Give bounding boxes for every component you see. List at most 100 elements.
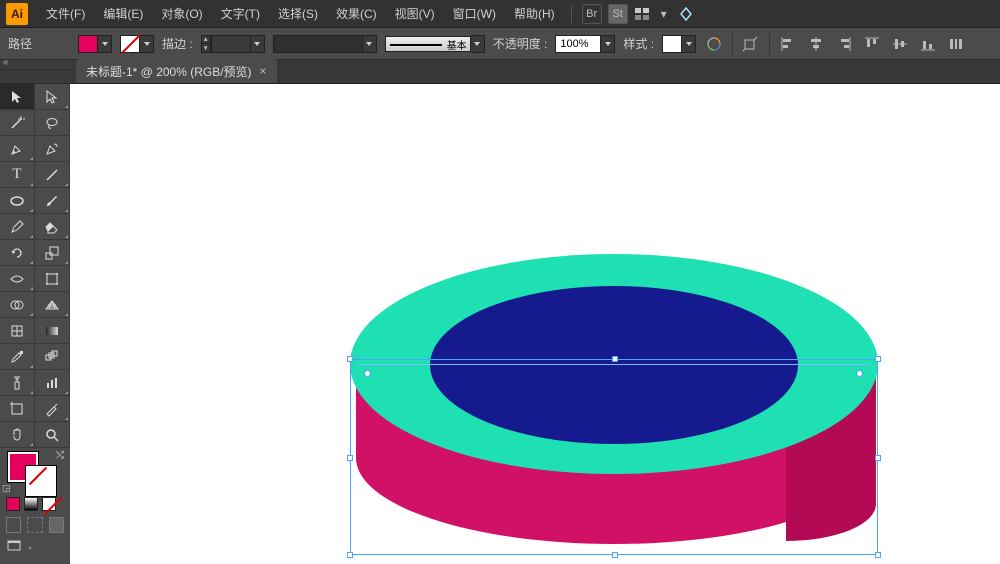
mesh-tool[interactable] [0, 318, 35, 344]
stroke-indicator[interactable] [26, 466, 56, 496]
stock-icon[interactable]: St [608, 4, 628, 24]
arrange-dropdown-icon[interactable]: ▾ [654, 4, 674, 24]
pencil-tool[interactable] [0, 214, 35, 240]
free-transform-tool[interactable] [35, 266, 70, 292]
color-mode-none[interactable] [42, 497, 56, 511]
bbox-handle-n[interactable] [612, 356, 618, 362]
blend-tool[interactable] [35, 344, 70, 370]
rotate-tool[interactable] [0, 240, 35, 266]
pen-tool[interactable] [0, 136, 35, 162]
bbox-handle-s[interactable] [612, 552, 618, 558]
perspective-grid-tool[interactable] [35, 292, 70, 318]
align-left-icon[interactable] [778, 34, 798, 54]
app-root: Ai 文件(F) 编辑(E) 对象(O) 文字(T) 选择(S) 效果(C) 视… [0, 0, 1000, 564]
align-vcenter-icon[interactable] [890, 34, 910, 54]
stroke-dropdown-icon[interactable] [140, 35, 154, 53]
fill-stroke-control[interactable]: ⤭ ◲ [0, 448, 70, 494]
gradient-tool[interactable] [35, 318, 70, 344]
color-mode-gradient[interactable] [24, 497, 38, 511]
slice-tool[interactable] [35, 396, 70, 422]
brush-profile-combo[interactable]: 基本 [385, 35, 485, 53]
screen-mode-icon[interactable] [6, 538, 22, 557]
align-right-icon[interactable] [834, 34, 854, 54]
menu-edit[interactable]: 编辑(E) [95, 1, 151, 26]
gpu-preview-icon[interactable] [676, 4, 696, 24]
stroke-color-combo[interactable] [120, 35, 154, 53]
shape-builder-tool[interactable] [0, 292, 35, 318]
opacity-combo[interactable]: 100% [555, 35, 615, 53]
draw-normal-icon[interactable] [6, 517, 21, 533]
bbox-handle-w[interactable] [347, 455, 353, 461]
canvas[interactable] [70, 84, 1000, 564]
ellipse-tool[interactable] [0, 188, 35, 214]
opacity-field[interactable]: 100% [555, 35, 601, 53]
swap-fill-stroke-icon[interactable]: ⤭ [56, 450, 64, 461]
isolate-group-icon[interactable] [741, 34, 761, 54]
graphic-style-dropdown-icon[interactable] [682, 35, 696, 53]
paintbrush-tool[interactable] [35, 188, 70, 214]
hand-tool[interactable] [0, 422, 35, 448]
stroke-weight-field[interactable] [211, 35, 251, 53]
lasso-tool[interactable] [35, 110, 70, 136]
distribute-icon[interactable] [946, 34, 966, 54]
toolbox-collapse-handle[interactable] [0, 60, 70, 70]
bbox-handle-se[interactable] [875, 552, 881, 558]
direct-selection-tool[interactable] [35, 84, 70, 110]
default-fill-stroke-icon[interactable]: ◲ [2, 483, 11, 494]
brush-profile-preview[interactable]: 基本 [385, 36, 471, 52]
align-hcenter-icon[interactable] [806, 34, 826, 54]
scale-tool[interactable] [35, 240, 70, 266]
magic-wand-tool[interactable] [0, 110, 35, 136]
graphic-style-combo[interactable] [662, 35, 696, 53]
artboard-tool[interactable] [0, 396, 35, 422]
bbox-handle-ne[interactable] [875, 356, 881, 362]
graphic-style-swatch[interactable] [662, 35, 682, 53]
fill-swatch[interactable] [78, 35, 98, 53]
document-tab-close-icon[interactable]: × [260, 64, 267, 78]
stroke-weight-dropdown-icon[interactable] [251, 35, 265, 53]
stroke-weight-combo[interactable]: ▴ ▾ [201, 35, 265, 53]
menu-window[interactable]: 窗口(W) [445, 1, 504, 26]
width-tool[interactable] [0, 266, 35, 292]
var-width-empty[interactable] [273, 35, 363, 53]
bbox-handle-sw[interactable] [347, 552, 353, 558]
menu-help[interactable]: 帮助(H) [506, 1, 563, 26]
menu-effect[interactable]: 效果(C) [328, 1, 385, 26]
menu-object[interactable]: 对象(O) [153, 1, 210, 26]
selection-tool[interactable] [0, 84, 35, 110]
eyedropper-tool[interactable] [0, 344, 35, 370]
brush-profile-dropdown-icon[interactable] [471, 35, 485, 53]
stroke-swatch-none[interactable] [120, 35, 140, 53]
draw-inside-icon[interactable] [49, 517, 64, 533]
bbox-handle-nw[interactable] [347, 356, 353, 362]
menu-file[interactable]: 文件(F) [38, 1, 93, 26]
screen-mode-dropdown-icon[interactable] [28, 546, 31, 549]
menu-view[interactable]: 视图(V) [387, 1, 443, 26]
document-tab[interactable]: 未标题-1* @ 200% (RGB/预览) × [76, 59, 277, 83]
align-bottom-icon[interactable] [918, 34, 938, 54]
opacity-dropdown-icon[interactable] [601, 35, 615, 53]
align-top-icon[interactable] [862, 34, 882, 54]
menu-select[interactable]: 选择(S) [270, 1, 326, 26]
symbol-sprayer-tool[interactable] [0, 370, 35, 396]
selection-bounding-box[interactable] [350, 359, 878, 555]
eraser-tool[interactable] [35, 214, 70, 240]
bbox-handle-e[interactable] [875, 455, 881, 461]
color-mode-solid[interactable] [6, 497, 20, 511]
bridge-icon[interactable]: Br [582, 4, 602, 24]
artwork-cylinder[interactable] [350, 254, 890, 564]
var-width-profile-combo[interactable] [273, 35, 377, 53]
fill-color-combo[interactable] [78, 35, 112, 53]
menu-type[interactable]: 文字(T) [213, 1, 268, 26]
fill-dropdown-icon[interactable] [98, 35, 112, 53]
curvature-tool[interactable] [35, 136, 70, 162]
var-width-dropdown-icon[interactable] [363, 35, 377, 53]
column-graph-tool[interactable] [35, 370, 70, 396]
draw-behind-icon[interactable] [27, 517, 42, 533]
zoom-tool[interactable] [35, 422, 70, 448]
arrange-documents-icon[interactable] [632, 4, 652, 24]
recolor-artwork-icon[interactable] [704, 34, 724, 54]
document-tab-title: 未标题-1* @ 200% (RGB/预览) [86, 63, 252, 80]
line-segment-tool[interactable] [35, 162, 70, 188]
type-tool[interactable]: T [0, 162, 35, 188]
